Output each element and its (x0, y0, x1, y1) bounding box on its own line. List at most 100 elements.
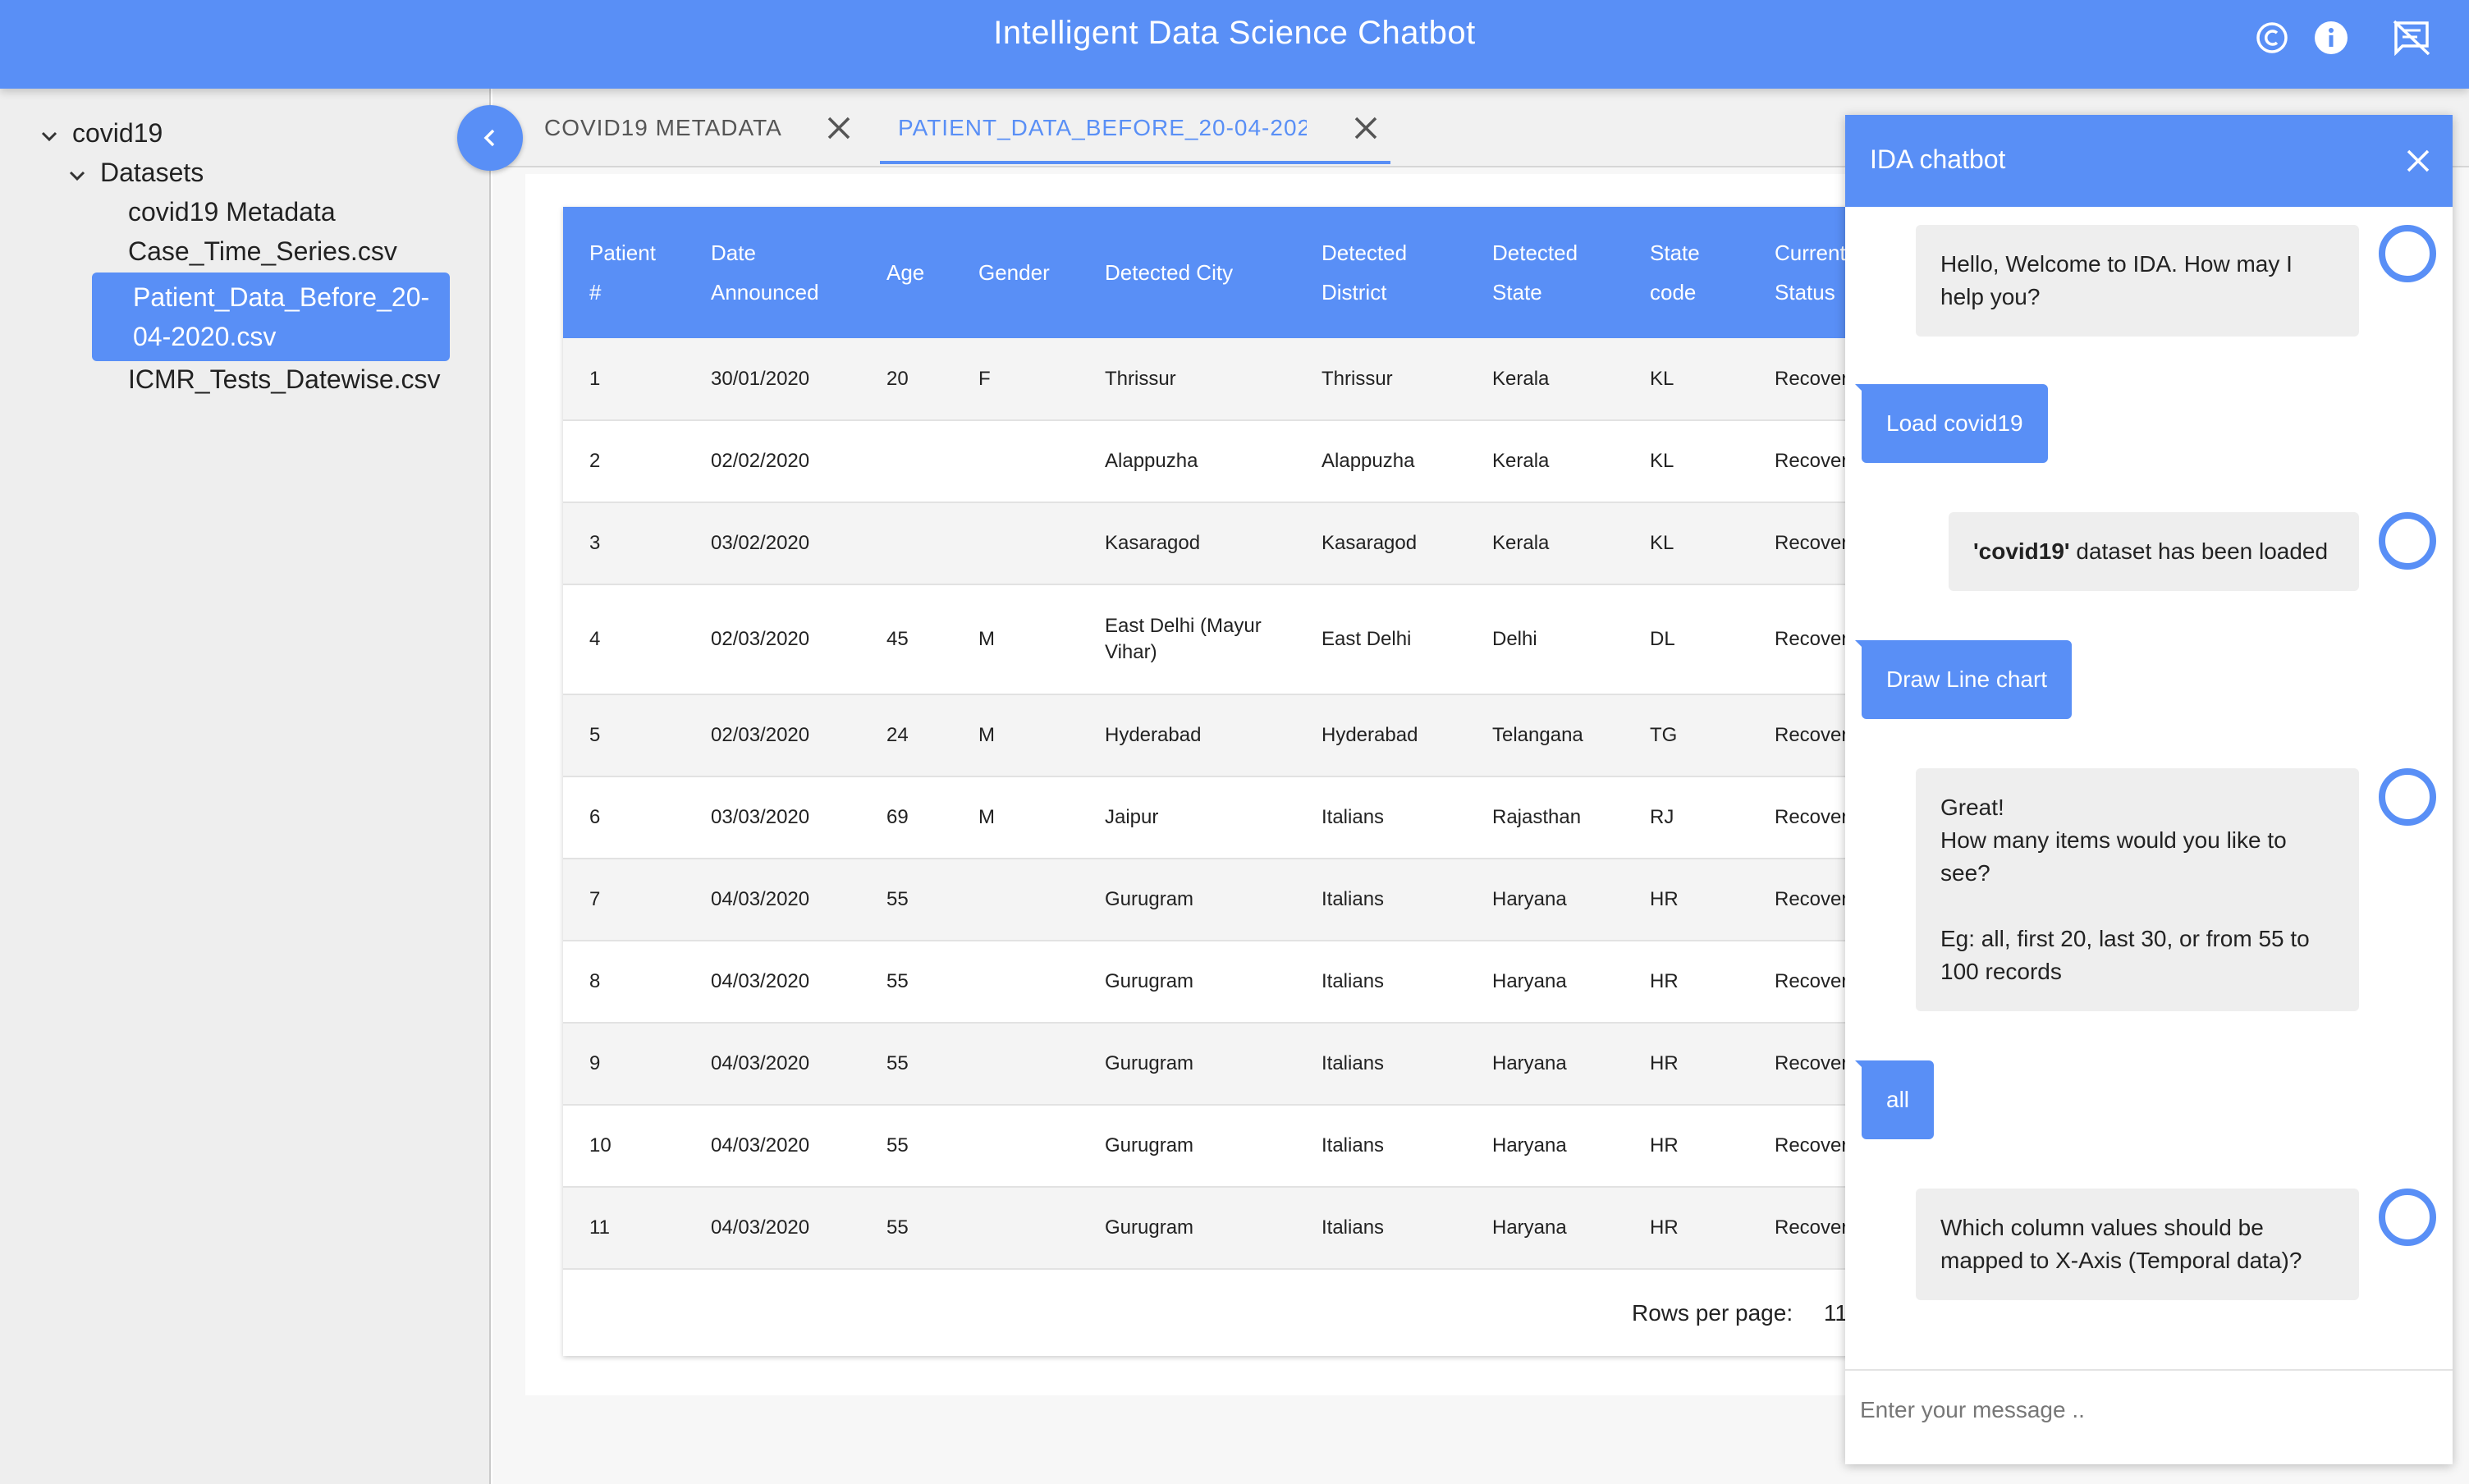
table-cell: RJ (1650, 806, 1674, 828)
patient-data-table: Patient # Date Announced Age Gender Detect… (563, 207, 1855, 1356)
table-cell (860, 420, 952, 502)
bot-message: Great! How many items would you like to … (1916, 768, 2359, 1011)
tree-folder-datasets[interactable]: Datasets (100, 158, 204, 188)
chat-input-area (1845, 1369, 2453, 1464)
table-cell: Italians (1322, 1052, 1385, 1074)
column-header[interactable]: Age (860, 207, 952, 338)
table-row[interactable]: 9 04/03/2020 55 Gurugram Italians Haryana HR Re… (563, 1023, 1855, 1105)
chat-header: IDA chatbot (1845, 115, 2453, 207)
tree-file-patient-data-line1: Patient_Data_Before_20- (133, 282, 430, 312)
table-cell: Kasaragod (1322, 532, 1418, 554)
bot-message: Hello, Welcome to IDA. How may I help yo… (1916, 225, 2359, 337)
table-row[interactable]: 3 03/02/2020 Kasaragod Kasaragod Kerala KL Rec… (563, 502, 1855, 584)
table-cell: Italians (1322, 1134, 1385, 1157)
table-cell: 03/02/2020 (711, 532, 810, 554)
table-cell: Thrissur (1322, 367, 1393, 390)
close-tab-icon[interactable] (824, 113, 854, 143)
tab-patient-data[interactable]: PATIENT_DATA_BEFORE_20-04-2020 (898, 115, 1307, 141)
table-cell: Recovered (1775, 1052, 1855, 1074)
table-cell: M (978, 806, 995, 828)
table-cell: Italians (1322, 806, 1385, 828)
table-row[interactable]: 10 04/03/2020 55 Gurugram Italians Haryana HR R… (563, 1105, 1855, 1187)
table-cell: Kerala (1492, 367, 1550, 390)
table-cell: East Delhi (Mayur Vihar) (1105, 615, 1262, 663)
table-cell: 55 (886, 888, 909, 910)
tab-covid19-metadata[interactable]: COVID19 METADATA (544, 115, 782, 141)
close-tab-icon[interactable] (1351, 113, 1381, 143)
column-header[interactable]: Patient # (563, 207, 685, 338)
tree-file-icmr-tests[interactable]: ICMR_Tests_Datewise.csv (128, 364, 441, 395)
table-cell: TG (1650, 724, 1678, 746)
table-cell: Haryana (1492, 970, 1567, 992)
chevron-down-icon[interactable] (38, 125, 61, 148)
table-row[interactable]: 2 02/02/2020 Alappuzha Alappuzha Kerala KL Rec… (563, 420, 1855, 502)
table-row[interactable]: 5 02/03/2020 24 M Hyderabad Hyderabad Telangan… (563, 694, 1855, 776)
table-row[interactable]: 11 04/03/2020 55 Gurugram Italians Haryana HR R… (563, 1187, 1855, 1269)
column-header[interactable]: State code (1624, 207, 1748, 338)
tree-root-covid19[interactable]: covid19 (72, 118, 163, 149)
table-cell: Hyderabad (1322, 724, 1418, 746)
table-row[interactable]: 7 04/03/2020 55 Gurugram Italians Haryana HR Re… (563, 859, 1855, 941)
table-cell: 03/03/2020 (711, 806, 810, 828)
table-cell: 02/03/2020 (711, 628, 810, 650)
table-cell (952, 859, 1079, 941)
table-cell: 04/03/2020 (711, 970, 810, 992)
table-cell: Recovered (1775, 970, 1855, 992)
table-cell: 02/03/2020 (711, 724, 810, 746)
table-cell: Alappuzha (1322, 450, 1415, 472)
table-cell: East Delhi (1322, 628, 1412, 650)
copyright-icon[interactable] (2252, 18, 2292, 57)
tree-file-case-time-series[interactable]: Case_Time_Series.csv (128, 236, 397, 267)
table-cell: 04/03/2020 (711, 1134, 810, 1157)
table-cell: HR (1650, 970, 1679, 992)
tree-file-patient-data[interactable]: Patient_Data_Before_20- 04-2020.csv (92, 273, 450, 361)
chat-toggle-icon[interactable] (2392, 18, 2431, 57)
table-cell: Delhi (1492, 628, 1537, 650)
table-cell: M (978, 628, 995, 650)
table-cell: M (978, 724, 995, 746)
table-cell: Alappuzha (1105, 450, 1198, 472)
column-header[interactable]: Detected District (1295, 207, 1466, 338)
table-cell: 55 (886, 1216, 909, 1239)
chevron-left-icon (483, 129, 495, 147)
column-header[interactable]: Detected City (1079, 207, 1295, 338)
table-cell: 04/03/2020 (711, 888, 810, 910)
collapse-sidebar-button[interactable] (457, 105, 523, 171)
tree-file-metadata[interactable]: covid19 Metadata (128, 197, 336, 227)
table-cell: 5 (589, 724, 601, 746)
table-cell: 20 (886, 367, 909, 390)
close-icon[interactable] (2403, 146, 2433, 176)
column-header[interactable]: Gender (952, 207, 1079, 338)
table-cell: Jaipur (1105, 806, 1159, 828)
table-row[interactable]: 4 02/03/2020 45 M East Delhi (Mayur Vihar) Ea… (563, 584, 1855, 694)
table-cell: 02/02/2020 (711, 450, 810, 472)
table-cell: Gurugram (1105, 888, 1194, 910)
table-cell: 04/03/2020 (711, 1216, 810, 1239)
rows-per-page-select[interactable]: 11 (1824, 1300, 1848, 1326)
table-cell: Gurugram (1105, 970, 1194, 992)
table-cell: Haryana (1492, 1134, 1567, 1157)
table-cell: 8 (589, 970, 601, 992)
table-row[interactable]: 6 03/03/2020 69 M Jaipur Italians Rajasthan RJ R… (563, 776, 1855, 859)
user-message: Load covid19 (1855, 384, 2048, 463)
table-cell: 6 (589, 806, 601, 828)
table-row[interactable]: 1 30/01/2020 20 F Thrissur Thrissur Kerala KL Re… (563, 338, 1855, 420)
chevron-down-icon[interactable] (66, 164, 89, 187)
info-icon[interactable] (2311, 18, 2351, 57)
table-cell: Italians (1322, 888, 1385, 910)
chat-message-input[interactable] (1860, 1386, 2435, 1435)
table-cell: Haryana (1492, 1216, 1567, 1239)
table-cell: 7 (589, 888, 601, 910)
table-cell: Italians (1322, 970, 1385, 992)
column-header[interactable]: Current Status (1748, 207, 1855, 338)
rows-per-page-label: Rows per page: (1632, 1300, 1793, 1326)
table-cell: Recovered (1775, 450, 1855, 472)
column-header[interactable]: Detected State (1466, 207, 1624, 338)
column-header[interactable]: Date Announced (685, 207, 860, 338)
table-cell (952, 1023, 1079, 1105)
table-cell: HR (1650, 1052, 1679, 1074)
rows-per-page: Rows per page: 11 (1632, 1300, 1848, 1326)
table-row[interactable]: 8 04/03/2020 55 Gurugram Italians Haryana HR Re… (563, 941, 1855, 1023)
table-cell (952, 941, 1079, 1023)
table-cell: 55 (886, 1052, 909, 1074)
